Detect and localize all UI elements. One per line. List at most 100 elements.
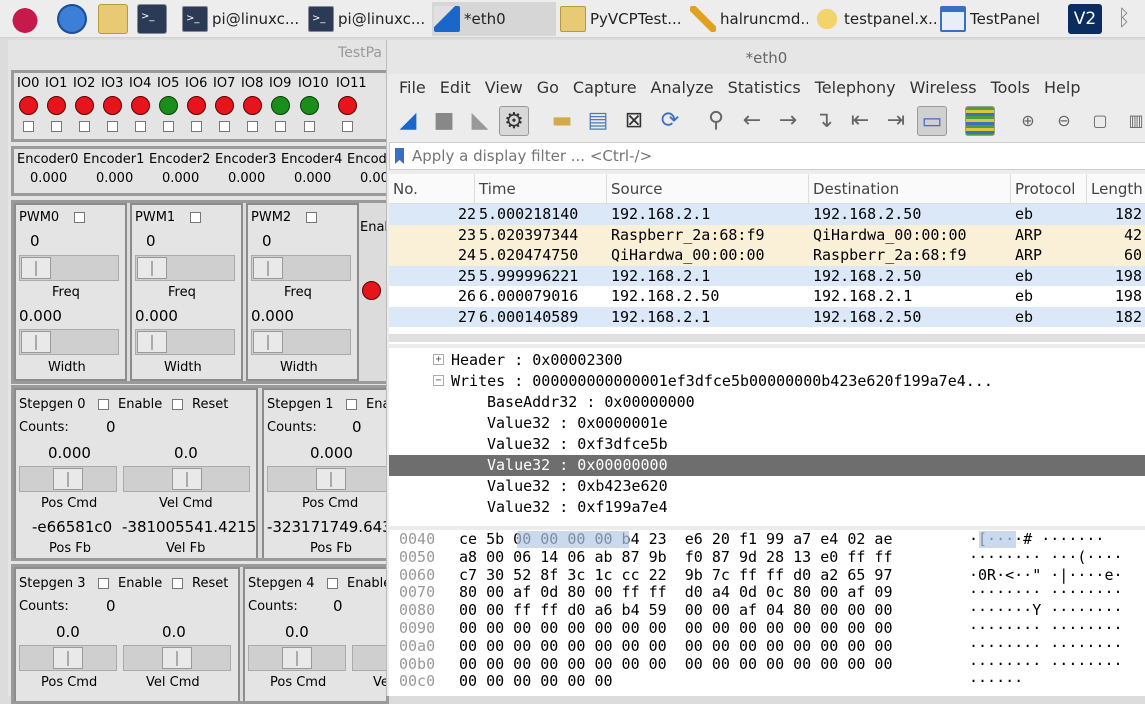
taskbar-item-testpanel[interactable]: TestPanel: [938, 2, 1058, 36]
hex-bytes[interactable]: c7 30 52 8f 3c 1c cc 22 9b 7c ff ff d0 a…: [459, 566, 892, 585]
io-checkbox[interactable]: [163, 121, 174, 132]
hex-ascii[interactable]: ········ ········: [969, 584, 1123, 602]
column-header-source[interactable]: Source: [607, 174, 809, 204]
taskbar-item-wireshark[interactable]: *eth0: [432, 2, 556, 36]
io-checkbox[interactable]: [79, 121, 90, 132]
resize-columns-icon[interactable]: ▥: [1121, 106, 1145, 136]
packet-row[interactable]: 27 6.000140589 192.168.2.1 192.168.2.50 eb 18…: [389, 306, 1145, 327]
hex-bytes[interactable]: 00 00 00 00 00 00 00 00 00 00 00 00 00 0…: [459, 655, 892, 674]
stepgen-4-enable-checkbox[interactable]: [327, 578, 338, 589]
find-packet-icon[interactable]: ⚲: [701, 106, 731, 136]
vnc-icon[interactable]: V2: [1068, 4, 1102, 34]
colorize-icon[interactable]: [965, 106, 995, 136]
menu-capture[interactable]: Capture: [566, 74, 644, 102]
stepgen-0-pos-slider[interactable]: [19, 466, 117, 492]
expander-icon[interactable]: +: [433, 354, 444, 365]
taskbar-item-testpanel-xml[interactable]: testpanel.x...: [812, 2, 936, 36]
zoom-out-icon[interactable]: ⊖: [1049, 106, 1079, 136]
bluetooth-icon[interactable]: ᛒ: [1112, 4, 1136, 34]
bookmark-icon[interactable]: [395, 148, 404, 164]
pwm0-enable-checkbox[interactable]: [74, 212, 85, 223]
io-checkbox[interactable]: [247, 121, 258, 132]
io-checkbox[interactable]: [23, 121, 34, 132]
hex-ascii[interactable]: ·······Y ········: [969, 601, 1123, 620]
stepgen-3-vel-slider[interactable]: [123, 645, 231, 671]
hex-bytes[interactable]: 00 00 00 00 00 00 00 00 00 00 00 00 00 0…: [459, 619, 892, 638]
detail-line[interactable]: Value32 : 0x00000000: [389, 455, 1145, 476]
menu-telephony[interactable]: Telephony: [808, 74, 903, 102]
stepgen-3-enable-checkbox[interactable]: [98, 578, 109, 589]
normal-size-icon[interactable]: ▢: [1085, 106, 1115, 136]
column-header-no[interactable]: No.: [389, 174, 475, 204]
save-file-icon[interactable]: ▤: [583, 106, 613, 136]
pwm1-freq-slider[interactable]: [135, 255, 235, 281]
pwm2-width-slider[interactable]: [251, 329, 351, 355]
stepgen-4-vel-slider[interactable]: [352, 645, 386, 671]
go-to-packet-icon[interactable]: ↴: [809, 106, 839, 136]
pwm1-width-slider[interactable]: [135, 329, 235, 355]
raspberry-menu-icon[interactable]: [10, 4, 40, 34]
hex-bytes[interactable]: 00 00 00 00 00 00 00 00 00 00 00 00 00 0…: [459, 637, 892, 656]
column-header-destination[interactable]: Destination: [809, 174, 1011, 204]
slider-thumb[interactable]: [253, 331, 283, 353]
hex-bytes[interactable]: 00 00 ff ff d0 a6 b4 59 00 00 af 04 80 0…: [459, 601, 892, 620]
autoscroll-icon[interactable]: ▭: [917, 106, 947, 136]
io-checkbox[interactable]: [191, 121, 202, 132]
stepgen-0-reset-checkbox[interactable]: [172, 399, 183, 410]
stop-capture-icon[interactable]: ■: [429, 106, 459, 136]
hex-ascii[interactable]: ·0R·<··" ·|····e·: [969, 566, 1123, 585]
first-packet-icon[interactable]: ⇤: [845, 106, 875, 136]
slider-thumb[interactable]: [21, 331, 51, 353]
menu-edit[interactable]: Edit: [433, 74, 478, 102]
open-file-icon[interactable]: ▬: [547, 106, 577, 136]
detail-line[interactable]: Value32 : 0xf199a7e4: [389, 497, 1145, 518]
io-checkbox[interactable]: [219, 121, 230, 132]
display-filter-input[interactable]: [412, 146, 1112, 166]
reload-icon[interactable]: ⟳: [655, 106, 685, 136]
stepgen-0-enable-checkbox[interactable]: [98, 399, 109, 410]
stepgen-3-pos-slider[interactable]: [19, 645, 117, 671]
hex-bytes[interactable]: 00 00 00 00 00 00: [459, 673, 613, 691]
slider-thumb[interactable]: [253, 257, 283, 279]
pwm0-width-slider[interactable]: [19, 329, 119, 355]
stepgen-0-vel-slider[interactable]: [123, 466, 250, 492]
io-checkbox[interactable]: [275, 121, 286, 132]
detail-line[interactable]: Value32 : 0xf3dfce5b: [389, 434, 1145, 455]
packet-row[interactable]: 26 6.000079016 192.168.2.50 192.168.2.1 eb 19…: [389, 286, 1145, 307]
pwm0-freq-slider[interactable]: [19, 255, 119, 281]
slider-thumb[interactable]: [21, 257, 51, 279]
io-checkbox[interactable]: [304, 121, 315, 132]
detail-line[interactable]: Value32 : 0xb423e620: [389, 476, 1145, 497]
packet-row[interactable]: 22 5.000218140 192.168.2.1 192.168.2.50 eb 18…: [389, 204, 1145, 225]
go-forward-icon[interactable]: →: [773, 106, 803, 136]
column-header-time[interactable]: Time: [475, 174, 607, 204]
menu-tools[interactable]: Tools: [984, 74, 1037, 102]
zoom-in-icon[interactable]: ⊕: [1013, 106, 1043, 136]
io-checkbox[interactable]: [51, 121, 62, 132]
hex-bytes[interactable]: 80 00 af 0d 80 00 ff ff d0 a4 0d 0c 80 0…: [459, 584, 892, 602]
capture-options-icon[interactable]: ⚙: [499, 106, 529, 136]
packet-row[interactable]: 25 5.999996221 192.168.2.1 192.168.2.50 eb 19…: [389, 265, 1145, 286]
stepgen-4-pos-slider[interactable]: [248, 645, 346, 671]
hex-ascii[interactable]: ········ ········: [969, 619, 1123, 638]
menu-help[interactable]: Help: [1037, 74, 1087, 102]
menu-file[interactable]: File: [387, 74, 433, 102]
detail-line[interactable]: Value32 : 0x0000001e: [389, 413, 1145, 434]
hex-ascii[interactable]: ········ ········: [969, 655, 1123, 674]
hex-ascii[interactable]: ········ ········: [969, 637, 1123, 656]
slider-thumb[interactable]: [137, 257, 167, 279]
menu-go[interactable]: Go: [530, 74, 566, 102]
hex-bytes[interactable]: a8 00 06 14 06 ab 87 9b f0 87 9d 28 13 e…: [459, 548, 892, 567]
detail-line[interactable]: − Writes : 000000000000001ef3dfce5b000000…: [389, 371, 1145, 392]
slider-thumb[interactable]: [137, 331, 167, 353]
pwm2-freq-slider[interactable]: [251, 255, 351, 281]
io-checkbox[interactable]: [342, 121, 353, 132]
close-file-icon[interactable]: ⊠: [619, 106, 649, 136]
menu-wireless[interactable]: Wireless: [903, 74, 984, 102]
web-browser-icon[interactable]: [57, 4, 87, 34]
io-checkbox[interactable]: [135, 121, 146, 132]
hex-ascii[interactable]: ········ ···(····: [969, 548, 1123, 567]
restart-capture-icon[interactable]: ◣: [465, 106, 495, 136]
last-packet-icon[interactable]: ⇥: [881, 106, 911, 136]
taskbar-item-terminal-2[interactable]: >_ pi@linuxc...: [306, 2, 430, 36]
